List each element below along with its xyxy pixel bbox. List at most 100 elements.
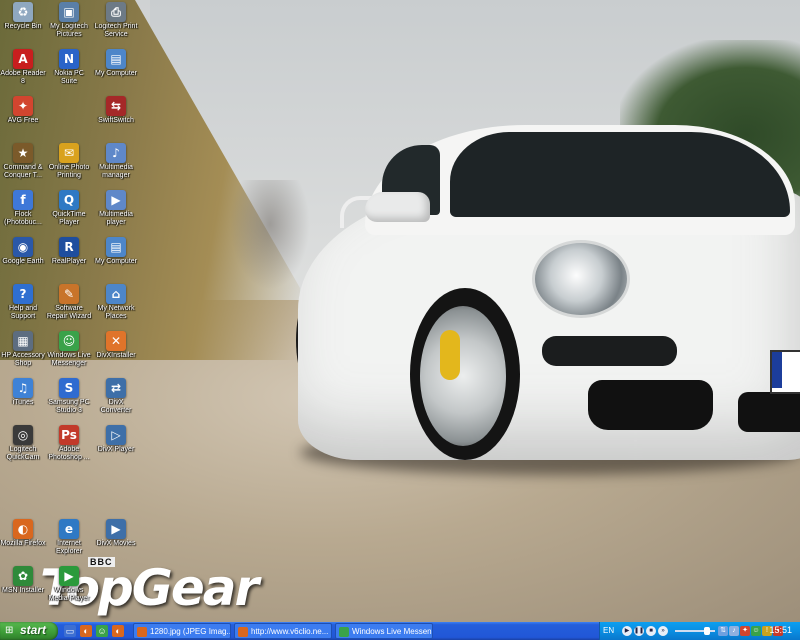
desktop-icon[interactable]: ◎ Logitech QuickCam [0, 425, 46, 462]
desktop-icon[interactable]: ⌂ My Network Places [93, 284, 139, 321]
quicktime-icon: Q [59, 190, 79, 210]
desktop-icon[interactable]: ▦ HP Accessory Shop [0, 331, 46, 368]
media-play-icon[interactable]: ▶ [622, 626, 632, 636]
taskbar: ⊞ start ▭ ◐ ☺ ◐ 1280.jpg (JPEG Imag... http:… [0, 622, 800, 640]
desktop-icon-label: My Logitech Pictures [50, 23, 88, 38]
desktop-icon[interactable]: ✿ MSN Installer [0, 566, 46, 595]
desktop-icon-label: Command & Conquer T... [3, 164, 43, 179]
desktop-icon[interactable]: ⇆ SwiftSwitch [93, 96, 139, 125]
show-desktop-icon[interactable]: ▭ [64, 625, 76, 637]
desktop-icon[interactable]: ▷ DivX Player [93, 425, 139, 454]
desktop-icon-label: Software Repair Wizard [46, 305, 92, 320]
media-player-icon: ▶ [106, 190, 126, 210]
webcam-icon: ◎ [13, 425, 33, 445]
desktop-icon[interactable]: ◉ Google Earth [0, 237, 46, 266]
desktop-icon-label: Google Earth [2, 258, 44, 265]
nokia-icon: N [59, 49, 79, 69]
realplayer-icon: R [59, 237, 79, 257]
divx-installer-icon: ✕ [106, 331, 126, 351]
car-headlight [532, 240, 630, 318]
desktop-icon-label: iTunes [12, 399, 34, 406]
antivirus-icon[interactable]: ✦ [740, 626, 750, 636]
taskbar-button-label: Windows Live Messen... [352, 627, 433, 636]
desktop-icon[interactable]: Q QuickTime Player [46, 190, 92, 227]
desktop-icon[interactable]: ▶ Windows Media Player [46, 566, 92, 603]
desktop-icon[interactable]: ♫ iTunes [0, 378, 46, 407]
desktop-icon[interactable]: ♪ Multimedia manager [93, 143, 139, 180]
desktop-icon-label: SwiftSwitch [98, 117, 134, 124]
taskbar-button[interactable]: Windows Live Messen... [335, 623, 433, 639]
desktop-icon-label: Mozilla Firefox [0, 540, 46, 547]
firefox-icon [137, 627, 147, 637]
messenger-icon[interactable]: ☺ [96, 625, 108, 637]
wallpaper-tree [230, 180, 310, 290]
pictures-icon: ▣ [59, 2, 79, 22]
desktop-icon[interactable]: ✉ Online Photo Printing [46, 143, 92, 180]
desktop-icon-label: Multimedia player [99, 211, 133, 226]
desktop-icon-label: Internet Explorer [55, 540, 83, 555]
desktop-icon[interactable]: ✕ DivXInstaller [93, 331, 139, 360]
desktop-icon[interactable]: N Nokia PC Suite [46, 49, 92, 86]
desktop-icon[interactable]: ⇄ DivX Converter [93, 378, 139, 415]
desktop-icon-label: HP Accessory Shop [1, 352, 45, 367]
flock-icon: f [13, 190, 33, 210]
desktop-icon[interactable]: ◐ Mozilla Firefox [0, 519, 46, 548]
start-button[interactable]: ⊞ start [0, 622, 58, 640]
desktop-icon[interactable]: ▶ Multimedia player [93, 190, 139, 227]
desktop-icon[interactable]: R RealPlayer [46, 237, 92, 266]
desktop-icon-label: My Computer [94, 258, 137, 265]
clock[interactable]: 15:51 [769, 625, 792, 635]
photo-printing-icon: ✉ [59, 143, 79, 163]
desktop-icon-label: MSN Installer [1, 587, 44, 594]
recycle-bin-icon: ♻ [13, 2, 33, 22]
media-next-icon[interactable]: » [658, 626, 668, 636]
desktop-icon[interactable]: ? Help and Support [0, 284, 46, 321]
car-windshield [450, 132, 790, 217]
desktop-icon[interactable]: Ps Adobe Photoshop ... [46, 425, 92, 462]
desktop-icon[interactable]: ▤ My Computer [93, 237, 139, 266]
desktop-icon[interactable]: e Internet Explorer [46, 519, 92, 556]
firefox-icon[interactable]: ◐ [112, 625, 124, 637]
desktop-icon[interactable]: ☺ Windows Live Messenger [46, 331, 92, 368]
desktop-icon[interactable]: ▤ My Computer [93, 49, 139, 78]
desktop-icon-label: QuickTime Player [52, 211, 86, 226]
media-stop-icon[interactable]: ■ [646, 626, 656, 636]
desktop-icon[interactable]: f Flock (Photobuc... [0, 190, 46, 227]
desktop-icon[interactable]: A Adobe Reader 8 [0, 49, 46, 86]
desktop-icon[interactable]: ★ Command & Conquer T... [0, 143, 46, 180]
desktop-icon[interactable]: ✎ Software Repair Wizard [46, 284, 92, 321]
desktop-icon-label: RealPlayer [51, 258, 87, 265]
photoshop-icon: Ps [59, 425, 79, 445]
firefox-icon [238, 627, 248, 637]
desktop-icon[interactable]: S Samsung PC Studio 3 [46, 378, 92, 415]
desktop-icon[interactable]: ▶ DivX Movies [93, 519, 139, 548]
start-label: start [20, 623, 47, 637]
media-volume-knob[interactable] [704, 627, 710, 635]
swiftswitch-icon: ⇆ [106, 96, 126, 116]
car-front-rim [420, 306, 506, 446]
google-earth-icon: ◉ [13, 237, 33, 257]
desktop-icon[interactable]: ▣ My Logitech Pictures [46, 2, 92, 39]
taskbar-button[interactable]: 1280.jpg (JPEG Imag... [133, 623, 231, 639]
volume-icon[interactable]: ♪ [729, 626, 739, 636]
desktop-icon[interactable]: ✦ AVG Free [0, 96, 46, 125]
desktop-icon[interactable]: ♻ Recycle Bin [0, 2, 46, 31]
desktop-icon[interactable]: ⎙ Logitech Print Service [93, 2, 139, 39]
desktop-icon-label: My Computer [94, 70, 137, 77]
messenger-icon [339, 627, 349, 637]
network-icon[interactable]: ⇅ [718, 626, 728, 636]
system-tray: EN ▶ ❚❚ ■ » ⇅ ♪ ✦ ☺! ▪ 15:51 [599, 622, 800, 640]
taskbar-button[interactable]: http://www.v6clio.ne... [234, 623, 332, 639]
messenger-icon[interactable]: ☺ [751, 626, 761, 636]
desktop-icon-label: Online Photo Printing [48, 164, 90, 179]
car-plate-eu-band [772, 352, 782, 388]
divx-player-icon: ▷ [106, 425, 126, 445]
desktop-icon-label: DivX Converter [100, 399, 132, 414]
desktop-icon-label: Flock (Photobuc... [4, 211, 42, 226]
internet-explorer-icon: e [59, 519, 79, 539]
firefox-icon[interactable]: ◐ [80, 625, 92, 637]
msn-icon: ✿ [13, 566, 33, 586]
language-indicator[interactable]: EN [603, 626, 614, 635]
media-pause-icon[interactable]: ❚❚ [634, 626, 644, 636]
divx-movies-icon: ▶ [106, 519, 126, 539]
